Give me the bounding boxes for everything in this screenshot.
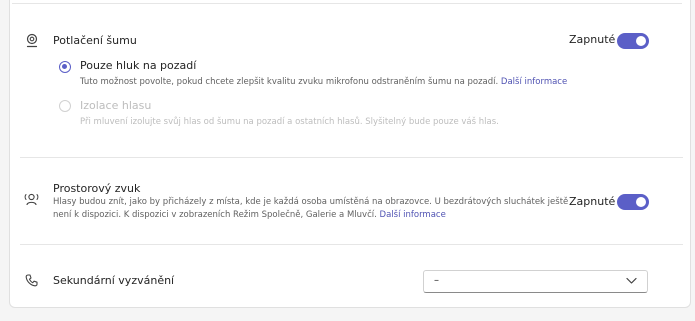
noise-suppression-title: Potlačení šumu — [53, 34, 137, 47]
option-description-text: Tuto možnost povolte, pokud chcete zlepš… — [80, 77, 499, 87]
option-voice-isolation-label[interactable]: Izolace hlasu — [80, 99, 151, 112]
spatial-audio-description-line2: není k dispozici. K dispozici v zobrazen… — [53, 210, 446, 220]
secondary-ringer-title: Sekundární vyzvánění — [53, 274, 175, 287]
toggle-knob — [636, 36, 646, 46]
spatial-audio-toggle[interactable] — [617, 194, 649, 210]
spatial-audio-learn-more-link[interactable]: Další informace — [380, 210, 446, 220]
secondary-ringer-selected-value: – — [434, 275, 439, 286]
option-background-noise-only-description: Tuto možnost povolte, pokud chcete zlepš… — [80, 77, 567, 87]
spatial-audio-title: Prostorový zvuk — [53, 182, 141, 195]
spatial-audio-description-line1: Hlasy budou znít, jako by přicházely z m… — [53, 197, 569, 207]
spatial-audio-description-text: není k dispozici. K dispozici v zobrazen… — [53, 210, 377, 220]
top-divider — [12, 3, 682, 4]
noise-suppression-toggle[interactable] — [617, 33, 649, 49]
noise-suppression-toggle-label: Zapnuté — [569, 33, 616, 46]
radio-voice-isolation[interactable] — [59, 100, 71, 112]
chevron-down-icon — [626, 277, 637, 284]
section-divider — [20, 244, 683, 245]
phone-icon — [25, 274, 38, 287]
option-background-noise-only-label[interactable]: Pouze hluk na pozadí — [80, 59, 196, 72]
learn-more-link[interactable]: Další informace — [501, 77, 567, 87]
spatial-audio-toggle-label: Zapnuté — [569, 195, 616, 208]
secondary-ringer-dropdown[interactable]: – — [423, 270, 648, 293]
option-voice-isolation-description: Při mluvení izolujte svůj hlas od šumu n… — [80, 117, 499, 127]
toggle-knob — [636, 197, 646, 207]
radio-background-noise-only[interactable] — [59, 61, 71, 73]
noise-suppression-icon — [26, 33, 38, 48]
section-divider — [20, 157, 683, 158]
spatial-audio-icon — [24, 193, 39, 206]
